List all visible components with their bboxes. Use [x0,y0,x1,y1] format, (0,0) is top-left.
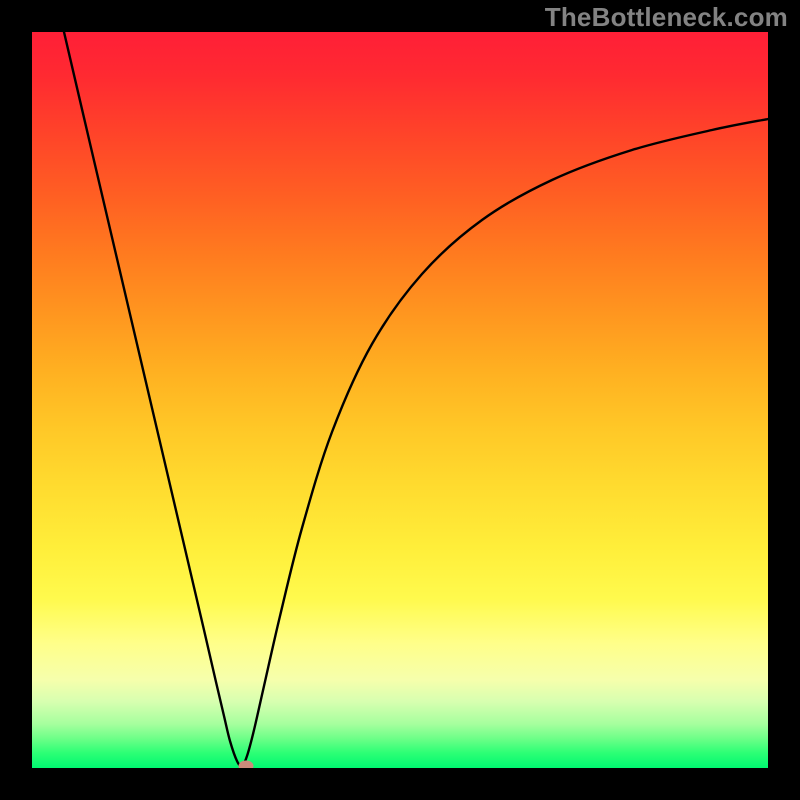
watermark-text: TheBottleneck.com [545,2,788,33]
minimum-marker-dot [239,761,254,769]
plot-area [32,32,768,768]
chart-frame: TheBottleneck.com [0,0,800,800]
bottleneck-curve [32,32,768,768]
